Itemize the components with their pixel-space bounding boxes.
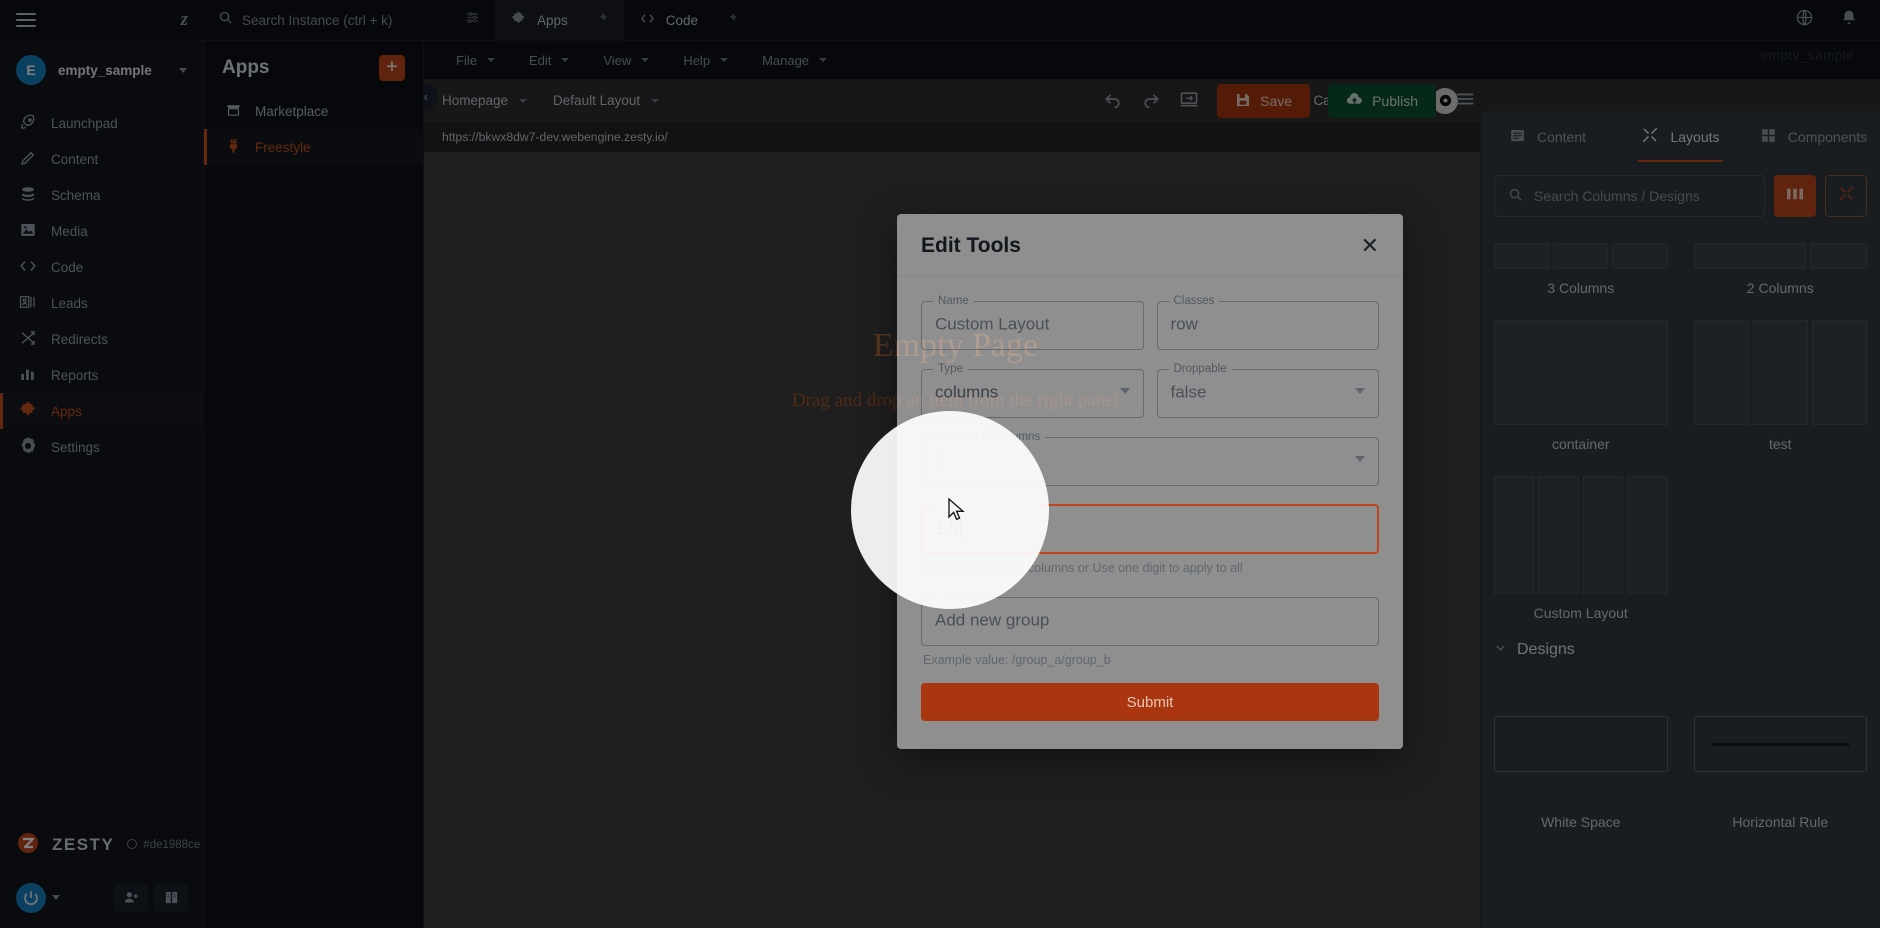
edit-tools-dialog: Edit Tools ✕ Name Custom Layout Classes … xyxy=(897,214,1403,749)
type-field[interactable]: Type columns xyxy=(921,363,1144,418)
field-row-2: Type columns Droppable false xyxy=(921,363,1379,431)
type-field-label: Type xyxy=(938,363,963,375)
chevron-down-icon xyxy=(1355,387,1365,394)
group-helper-text: Example value: /group_a/group_b xyxy=(923,653,1111,667)
type-field-value: columns xyxy=(935,382,999,402)
number-of-columns-label: Number of Columns xyxy=(938,431,1041,443)
add-new-group-value: Add new group xyxy=(935,610,1050,630)
dialog-header: Edit Tools ✕ xyxy=(897,214,1403,277)
droppable-field-value: false xyxy=(1170,382,1207,402)
width-helper-text: Example: 1,2 for 2 columns or Use one di… xyxy=(923,561,1243,575)
dialog-body: Name Custom Layout Classes row Type colu… xyxy=(897,277,1403,741)
width-per-columns-field[interactable]: Width per columns 1.5 xyxy=(921,499,1379,554)
classes-field-value: row xyxy=(1170,314,1198,334)
field-row-1: Name Custom Layout Classes row xyxy=(921,295,1379,363)
chevron-down-icon xyxy=(1119,387,1130,394)
number-of-columns-field[interactable]: Number of Columns 3 xyxy=(921,431,1379,486)
close-icon[interactable]: ✕ xyxy=(1361,235,1379,257)
name-field-value: Custom Layout xyxy=(935,314,1050,334)
classes-field[interactable]: Classes row xyxy=(1156,295,1379,350)
droppable-field[interactable]: Droppable false xyxy=(1156,363,1379,418)
number-of-columns-value: 3 xyxy=(935,450,945,470)
mouse-cursor xyxy=(948,497,967,529)
name-field-label: Name xyxy=(938,295,969,307)
chevron-down-icon xyxy=(1355,455,1365,462)
add-new-group-field[interactable]: Add new group xyxy=(921,591,1379,646)
dialog-title: Edit Tools xyxy=(921,234,1021,257)
app-root: File Edit View Help Manage « xyxy=(0,0,1880,928)
classes-field-label: Classes xyxy=(1173,295,1215,307)
name-field[interactable]: Name Custom Layout xyxy=(921,295,1144,350)
submit-button[interactable]: Submit xyxy=(921,683,1379,721)
droppable-field-label: Droppable xyxy=(1173,363,1227,375)
